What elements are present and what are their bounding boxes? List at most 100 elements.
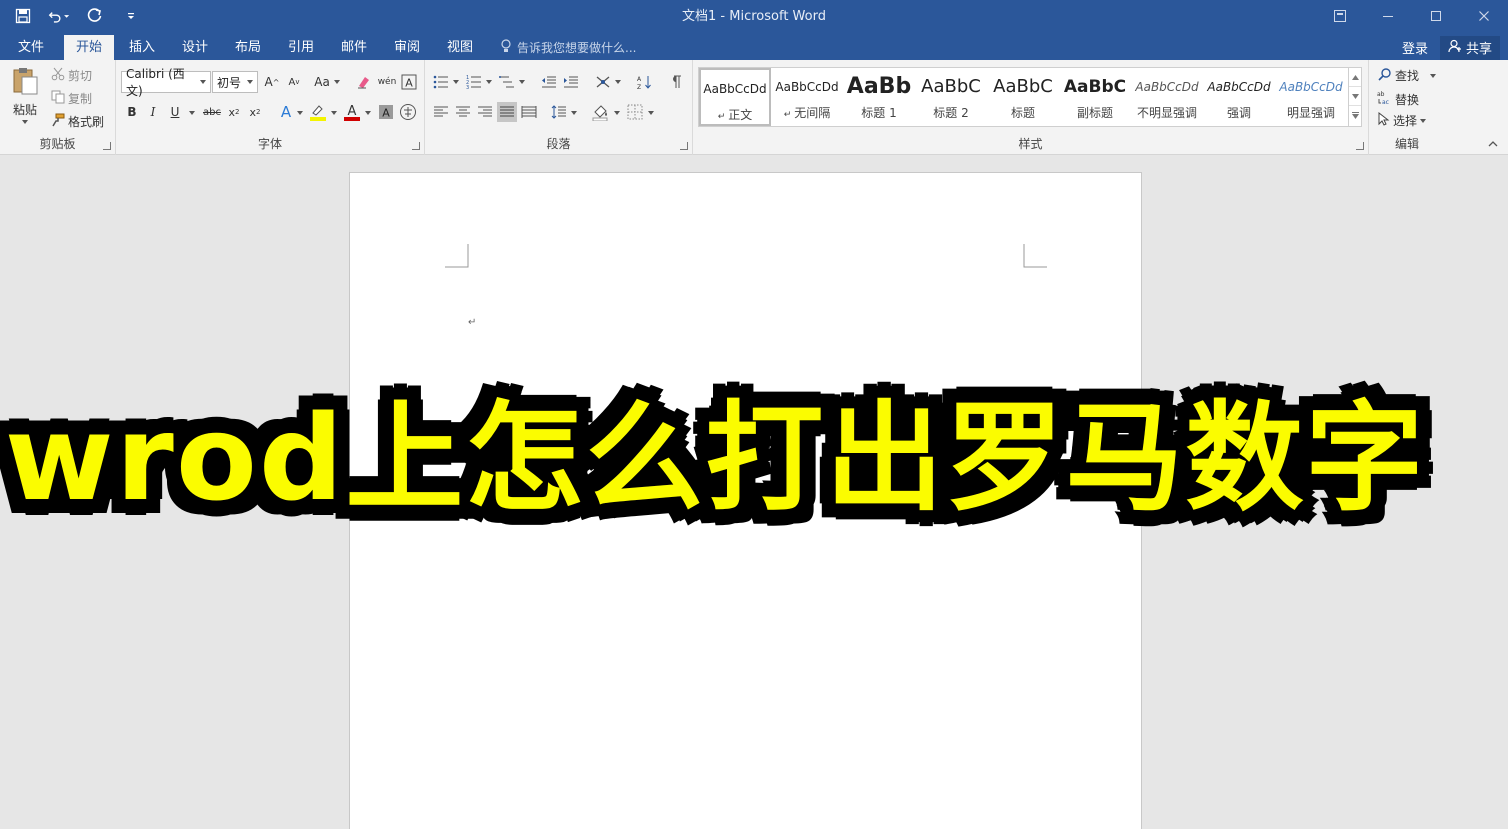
replace-button[interactable]: ab ac 替换	[1377, 90, 1419, 108]
align-left-icon[interactable]	[431, 102, 451, 122]
italic-icon[interactable]: I	[143, 102, 163, 122]
bullets-icon[interactable]	[431, 72, 451, 92]
tab-mailings[interactable]: 邮件	[329, 35, 379, 60]
signin-link[interactable]: 登录	[1402, 38, 1428, 57]
font-color-dropdown-icon[interactable]	[365, 111, 371, 115]
underline-icon[interactable]: U	[165, 102, 185, 122]
paragraph-dialog-launcher[interactable]	[680, 142, 688, 150]
select-dropdown-icon[interactable]	[1420, 118, 1427, 123]
sort-icon[interactable]: AZ	[634, 72, 654, 92]
multilevel-list-icon[interactable]	[497, 72, 517, 92]
highlight-dropdown-icon[interactable]	[331, 111, 337, 115]
align-center-icon[interactable]	[453, 102, 473, 122]
style-no-spacing[interactable]: AaBbCcDd ↵ 无间隔	[771, 68, 843, 126]
gallery-up-icon[interactable]	[1349, 68, 1361, 87]
font-color-icon[interactable]: A	[342, 102, 362, 122]
line-spacing-dropdown-icon[interactable]	[571, 111, 577, 115]
lightbulb-icon	[500, 39, 512, 56]
format-painter-button[interactable]: 格式刷	[51, 113, 104, 130]
multilevel-dropdown-icon[interactable]	[519, 80, 525, 84]
highlight-icon[interactable]	[308, 102, 328, 122]
chinese-layout-icon[interactable]	[593, 72, 613, 92]
tab-review[interactable]: 审阅	[382, 35, 432, 60]
style-heading-1[interactable]: AaBb 标题 1	[843, 68, 915, 126]
tab-layout[interactable]: 布局	[223, 35, 273, 60]
font-size-combo[interactable]: 初号	[212, 71, 258, 93]
underline-dropdown-icon[interactable]	[189, 111, 195, 115]
style-intense-emphasis[interactable]: AaBbCcDd 明显强调	[1275, 68, 1347, 126]
numbering-icon[interactable]: 123	[464, 72, 484, 92]
ribbon-display-options-icon[interactable]	[1316, 0, 1364, 32]
styles-dialog-launcher[interactable]	[1356, 142, 1364, 150]
increase-indent-icon[interactable]	[561, 72, 581, 92]
tab-references[interactable]: 引用	[276, 35, 326, 60]
numbering-dropdown-icon[interactable]	[486, 80, 492, 84]
style-subtle-emphasis[interactable]: AaBbCcDd 不明显强调	[1131, 68, 1203, 126]
text-effects-dropdown-icon[interactable]	[297, 111, 303, 115]
cut-button[interactable]: 剪切	[51, 67, 92, 84]
tab-home[interactable]: 开始	[64, 35, 115, 60]
superscript-icon[interactable]: x2	[245, 102, 265, 122]
chinese-layout-dropdown-icon[interactable]	[615, 80, 621, 84]
minimize-icon[interactable]	[1364, 0, 1412, 32]
text-effects-icon[interactable]: A	[276, 102, 296, 122]
font-dialog-launcher[interactable]	[412, 142, 420, 150]
grow-font-icon[interactable]: A ^	[262, 72, 282, 92]
font-family-combo[interactable]: Calibri (西文)	[121, 67, 211, 98]
select-button[interactable]: 选择	[1378, 111, 1427, 129]
style-title[interactable]: AaBbC 标题	[987, 68, 1059, 126]
save-icon[interactable]	[12, 5, 34, 27]
strikethrough-icon[interactable]: abc	[200, 102, 224, 122]
share-button[interactable]: 共享	[1439, 35, 1500, 60]
copy-button[interactable]: 复制	[51, 90, 92, 107]
close-icon[interactable]	[1460, 0, 1508, 32]
font-size-dropdown-icon[interactable]	[247, 80, 253, 84]
copy-label: 复制	[68, 92, 93, 106]
redo-icon[interactable]	[84, 5, 106, 27]
find-button[interactable]: 查找	[1378, 67, 1437, 84]
change-case-button[interactable]: Aa	[312, 72, 342, 92]
tell-me-search[interactable]: 告诉我您想要做什么...	[500, 35, 636, 60]
subscript-icon[interactable]: x2	[224, 102, 244, 122]
gallery-more-icon[interactable]	[1349, 106, 1361, 125]
bullets-dropdown-icon[interactable]	[453, 80, 459, 84]
tab-insert[interactable]: 插入	[117, 35, 167, 60]
shading-dropdown-icon[interactable]	[614, 111, 620, 115]
phonetic-guide-icon[interactable]: wén	[377, 72, 397, 92]
style-normal[interactable]: AaBbCcDd ↵ 正文	[699, 68, 771, 126]
tab-design[interactable]: 设计	[170, 35, 220, 60]
distributed-icon[interactable]	[519, 102, 539, 122]
style-subtitle[interactable]: AaBbC 副标题	[1059, 68, 1131, 126]
character-border-icon[interactable]: A	[399, 72, 419, 92]
justify-icon[interactable]	[497, 102, 517, 122]
gallery-down-icon[interactable]	[1349, 87, 1361, 106]
tab-file[interactable]: 文件	[6, 35, 56, 60]
show-formatting-marks-icon[interactable]	[666, 72, 686, 92]
clear-formatting-icon[interactable]	[354, 72, 374, 92]
collapse-ribbon-icon[interactable]	[1488, 136, 1498, 150]
tab-view[interactable]: 视图	[435, 35, 485, 60]
clipboard-group: 粘贴 剪切 复制 格式刷 剪贴板	[0, 60, 116, 155]
shading-icon[interactable]	[591, 102, 611, 122]
line-spacing-icon[interactable]	[549, 102, 569, 122]
borders-icon[interactable]	[625, 102, 645, 122]
undo-icon[interactable]	[48, 5, 70, 27]
style-heading-2[interactable]: AaBbC 标题 2	[915, 68, 987, 126]
maximize-icon[interactable]	[1412, 0, 1460, 32]
window-title: 文档1 - Microsoft Word	[682, 9, 826, 24]
customize-qat-icon[interactable]	[120, 5, 142, 27]
character-shading-icon[interactable]: A	[376, 102, 396, 122]
shrink-font-icon[interactable]: Av	[284, 72, 304, 92]
paste-dropdown-icon[interactable]	[22, 120, 28, 124]
style-emphasis[interactable]: AaBbCcDd 强调	[1203, 68, 1275, 126]
font-family-dropdown-icon[interactable]	[200, 80, 206, 84]
bold-icon[interactable]: B	[122, 102, 142, 122]
paste-button[interactable]: 粘贴	[10, 66, 40, 124]
clipboard-dialog-launcher[interactable]	[103, 142, 111, 150]
find-dropdown-icon[interactable]	[1430, 73, 1437, 78]
borders-dropdown-icon[interactable]	[648, 111, 654, 115]
decrease-indent-icon[interactable]	[539, 72, 559, 92]
enclose-characters-icon[interactable]	[398, 102, 418, 122]
align-right-icon[interactable]	[475, 102, 495, 122]
style-name: 不明显强调	[1136, 106, 1197, 120]
